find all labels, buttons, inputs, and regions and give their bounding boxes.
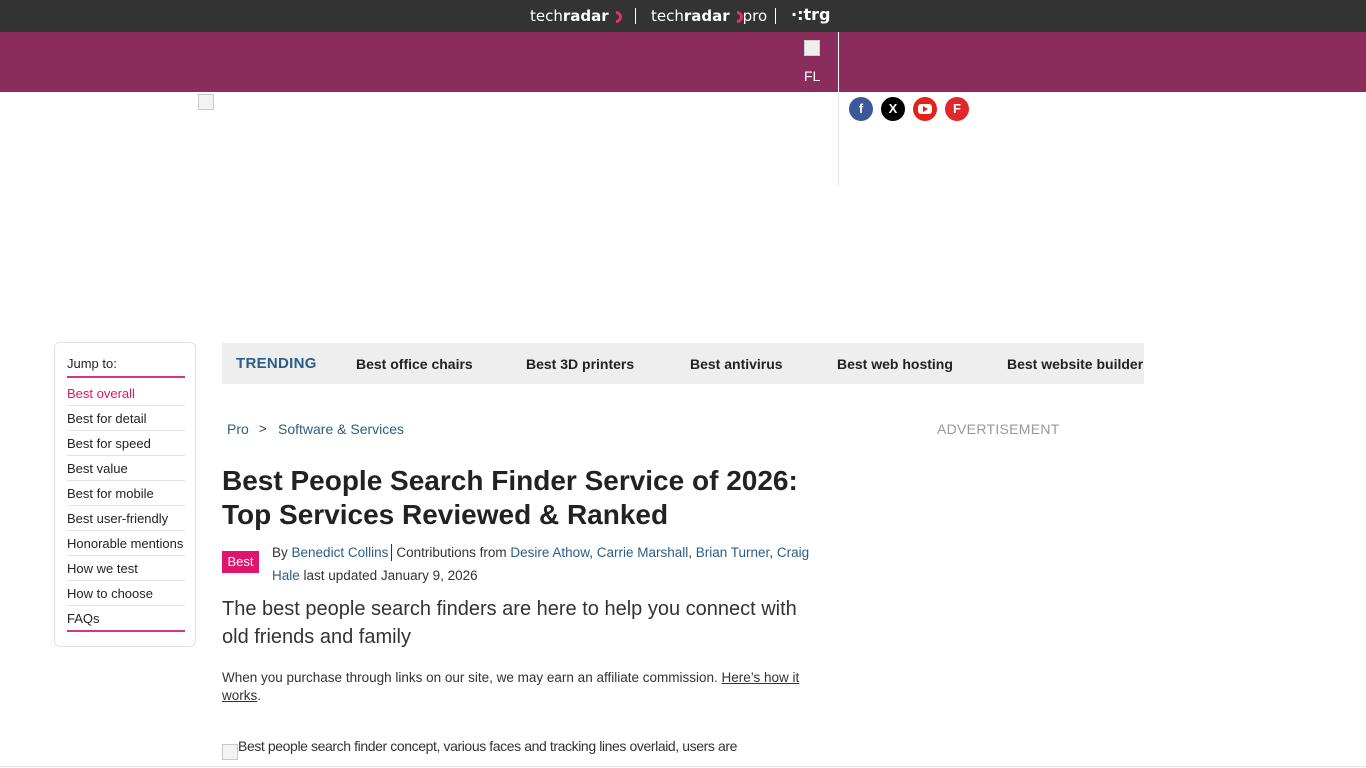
article-hero-image: Best people search finder concept, vario… (222, 741, 822, 768)
trending-bar: TRENDING Best office chairs Best 3D prin… (222, 343, 1144, 384)
contributor-link[interactable]: Carrie Marshall (597, 545, 689, 560)
contributions-label: Contributions from (396, 545, 507, 560)
flipboard-glyph: F (953, 101, 961, 116)
jump-to-item-best-for-detail[interactable]: Best for detail (67, 406, 185, 431)
updated-label: last updated (303, 568, 378, 583)
affiliate-period: . (257, 688, 262, 703)
jump-to-list: Best overall Best for detail Best for sp… (67, 381, 185, 632)
site-header (0, 32, 1366, 92)
byline-by: By (272, 545, 288, 560)
article-headline: Best People Search Finder Service of 202… (222, 465, 798, 530)
techradar-logo-link[interactable]: techradar (530, 6, 625, 26)
jump-to-item-best-value[interactable]: Best value (67, 456, 185, 481)
brand-separator (635, 8, 636, 24)
broken-image-icon (198, 94, 214, 110)
broken-image-icon (222, 744, 238, 760)
flipboard-icon[interactable]: F (945, 97, 969, 121)
techradar-pro-logo-accent: radar (683, 7, 730, 25)
jump-to-item-how-we-test[interactable]: How we test (67, 556, 185, 581)
header-divider (838, 92, 839, 186)
trg-logo-link[interactable]: ·:trg (791, 5, 830, 24)
broken-image-icon (804, 40, 820, 56)
x-icon[interactable]: X (881, 97, 905, 121)
jump-to-item-how-to-choose[interactable]: How to choose (67, 581, 185, 606)
jump-to-item-best-for-speed[interactable]: Best for speed (67, 431, 185, 456)
affiliate-disclaimer: When you purchase through links on our s… (222, 669, 822, 705)
advertisement-label: ADVERTISEMENT (937, 421, 1060, 437)
header-divider (838, 32, 839, 92)
jump-to-menu: Jump to: Best overall Best for detail Be… (54, 342, 196, 647)
contributor-link[interactable]: Brian Turner (696, 545, 770, 560)
jump-to-item-best-for-mobile[interactable]: Best for mobile (67, 481, 185, 506)
contributor-link[interactable]: Desire Athow (510, 545, 589, 560)
youtube-icon[interactable] (913, 97, 937, 121)
x-glyph: X (888, 101, 898, 116)
breadcrumb-separator: > (259, 421, 267, 436)
network-brand-bar: techradar techradar pro ·:trg (0, 0, 1366, 32)
updated-date: January 9, 2026 (380, 568, 478, 583)
hero-image-alt-text: Best people search finder concept, vario… (238, 741, 738, 754)
page-bottom-divider (0, 766, 1366, 767)
jump-to-title: Jump to: (67, 356, 117, 371)
best-badge: Best (222, 551, 259, 573)
techradar-logo-accent: radar (562, 7, 609, 25)
play-icon (918, 104, 932, 114)
techradar-pro-logo-suffix: pro (742, 7, 768, 25)
trending-link[interactable]: Best web hosting (837, 356, 953, 372)
byline-divider (391, 544, 393, 561)
trending-link[interactable]: Best 3D printers (526, 356, 634, 372)
trending-label: TRENDING (236, 355, 317, 372)
breadcrumb-pro[interactable]: Pro (227, 421, 249, 437)
affiliate-text: When you purchase through links on our s… (222, 670, 718, 685)
techradar-logo-prefix: tech (530, 7, 563, 25)
site-logo-link[interactable]: FL (804, 40, 824, 84)
jump-to-item-best-overall[interactable]: Best overall (67, 381, 185, 406)
author-link[interactable]: Benedict Collins (292, 545, 389, 560)
trending-link[interactable]: Best antivirus (690, 356, 783, 372)
techradar-pro-logo-link[interactable]: techradar pro (651, 6, 767, 26)
brand-separator (775, 8, 776, 24)
signal-icon (607, 8, 625, 26)
article-standfirst: The best people search finders are here … (222, 598, 797, 648)
jump-to-title-underline (67, 376, 185, 378)
techradar-pro-logo-prefix: tech (651, 7, 684, 25)
jump-to-item-best-user-friendly[interactable]: Best user-friendly (67, 506, 185, 531)
jump-to-item-honorable-mentions[interactable]: Honorable mentions (67, 531, 185, 556)
jump-to-item-faqs[interactable]: FAQs (67, 606, 185, 632)
article-byline: By Benedict Collins Contributions from De… (272, 544, 810, 583)
facebook-glyph: f (858, 101, 864, 116)
breadcrumb-software-services[interactable]: Software & Services (278, 421, 404, 437)
trending-link[interactable]: Best office chairs (356, 356, 473, 372)
facebook-icon[interactable]: f (849, 97, 873, 121)
site-logo-alt-text: FL (804, 68, 821, 84)
trending-link[interactable]: Best website builder (1007, 356, 1143, 372)
